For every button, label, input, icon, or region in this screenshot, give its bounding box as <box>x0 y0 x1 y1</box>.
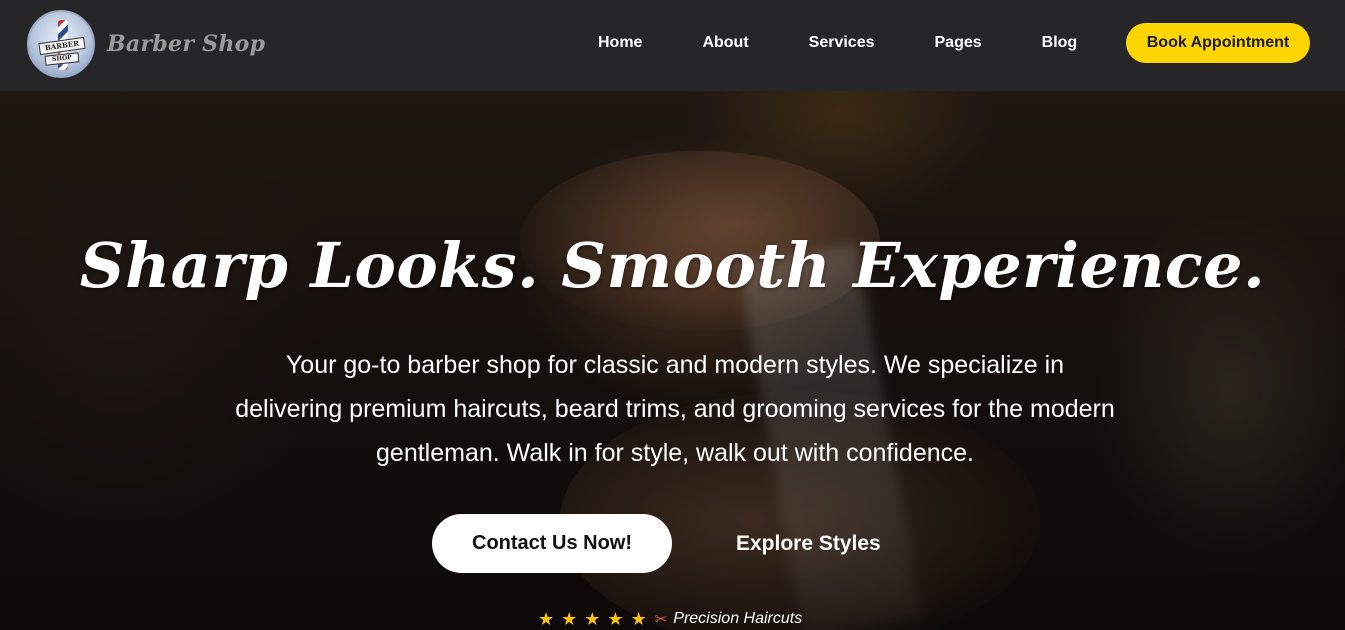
rating-badge: ★ ★ ★ ★ ★ ✂ Precision Haircuts <box>538 609 802 629</box>
star-icon: ★ <box>538 609 555 629</box>
brand-name: Barber Shop <box>107 31 266 57</box>
nav-blog[interactable]: Blog <box>1042 33 1078 53</box>
nav-about[interactable]: About <box>702 33 748 53</box>
hero-section: Sharp Looks. Smooth Experience. Your go-… <box>0 91 1345 630</box>
logo-text-bottom: SHOP <box>44 52 80 66</box>
contact-us-button[interactable]: Contact Us Now! <box>432 514 672 573</box>
nav-pages[interactable]: Pages <box>935 33 982 53</box>
scissors-icon: ✂ <box>654 611 668 628</box>
explore-styles-link[interactable]: Explore Styles <box>736 531 881 557</box>
star-icon: ★ <box>607 609 624 629</box>
hero-headline: Sharp Looks. Smooth Experience. <box>79 229 1266 302</box>
feature-label: Precision Haircuts <box>673 610 803 627</box>
hero-intro: Your go-to barber shop for classic and m… <box>235 351 1115 467</box>
barber-shop-logo: BARBER SHOP <box>27 10 95 78</box>
nav-home[interactable]: Home <box>598 33 642 53</box>
star-icon: ★ <box>584 609 601 629</box>
top-navbar: BARBER SHOP Barber Shop Home About Servi… <box>0 0 1345 91</box>
main-menu: Home About Services Pages Blog <box>598 33 1077 53</box>
nav-services[interactable]: Services <box>809 33 875 53</box>
star-icon: ★ <box>561 609 578 629</box>
brand[interactable]: BARBER SHOP Barber Shop <box>27 10 265 78</box>
book-appointment-button[interactable]: Book Appointment <box>1126 23 1310 63</box>
star-icon: ★ <box>630 609 647 629</box>
